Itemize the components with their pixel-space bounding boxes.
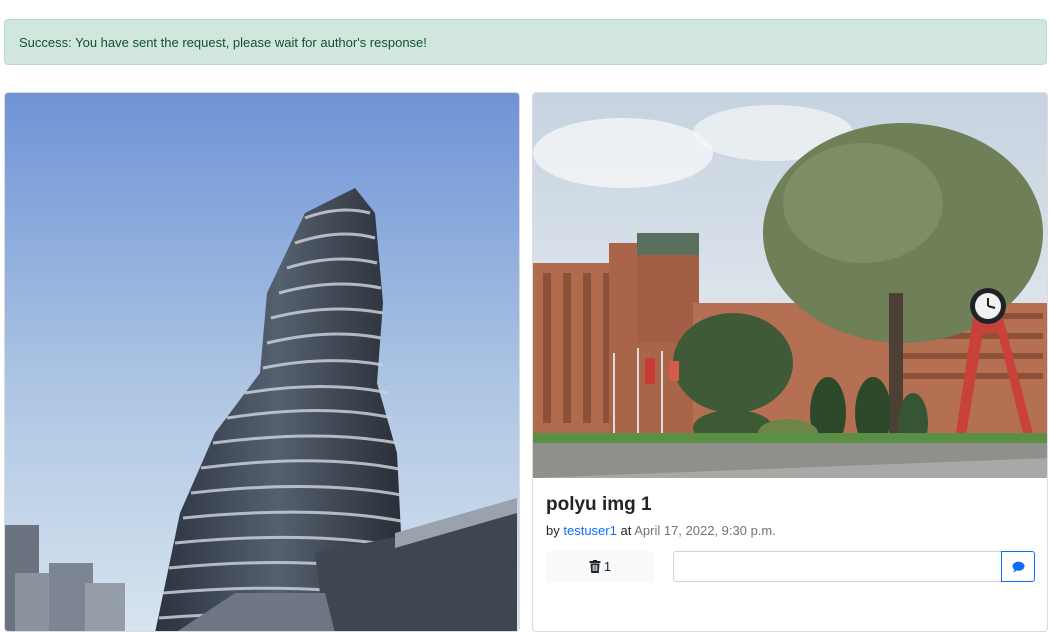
post-card-1 (4, 92, 520, 632)
post-date: April 17, 2022, 9:30 p.m. (634, 523, 776, 538)
delete-count: 1 (603, 559, 612, 574)
post-actions: 1 (546, 551, 1036, 583)
post-details: polyu img 1 by testuser1 at April 17, 20… (546, 493, 1034, 538)
author-link[interactable]: testuser1 (563, 523, 616, 538)
at-label: at (620, 523, 632, 538)
send-comment-button[interactable] (1001, 551, 1035, 582)
trash-icon (589, 560, 601, 573)
delete-button[interactable]: 1 (546, 551, 654, 582)
comment-icon (1012, 561, 1024, 572)
success-alert: Success: You have sent the request, plea… (4, 19, 1047, 65)
post-meta: by testuser1 at April 17, 2022, 9:30 p.m… (546, 523, 1034, 538)
post-title: polyu img 1 (546, 494, 652, 515)
comment-input[interactable] (673, 551, 1001, 582)
post-image-tower[interactable] (5, 93, 520, 632)
post-image-campus[interactable] (533, 93, 1048, 478)
by-label: by (546, 523, 560, 538)
post-card-2: polyu img 1 by testuser1 at April 17, 20… (532, 92, 1048, 632)
